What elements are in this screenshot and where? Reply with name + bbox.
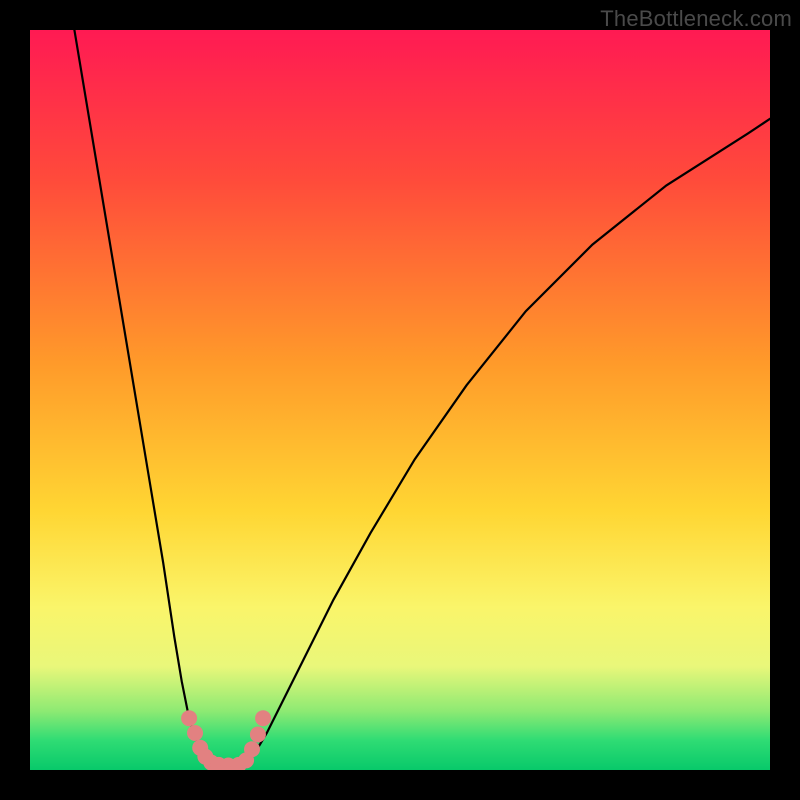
chart-svg	[30, 30, 770, 770]
plot-area	[30, 30, 770, 770]
marker-point	[255, 710, 271, 726]
marker-point	[187, 725, 203, 741]
gradient-background	[30, 30, 770, 770]
watermark-text: TheBottleneck.com	[600, 6, 792, 32]
marker-point	[250, 726, 266, 742]
outer-frame: TheBottleneck.com	[0, 0, 800, 800]
marker-point	[244, 741, 260, 757]
marker-point	[181, 710, 197, 726]
